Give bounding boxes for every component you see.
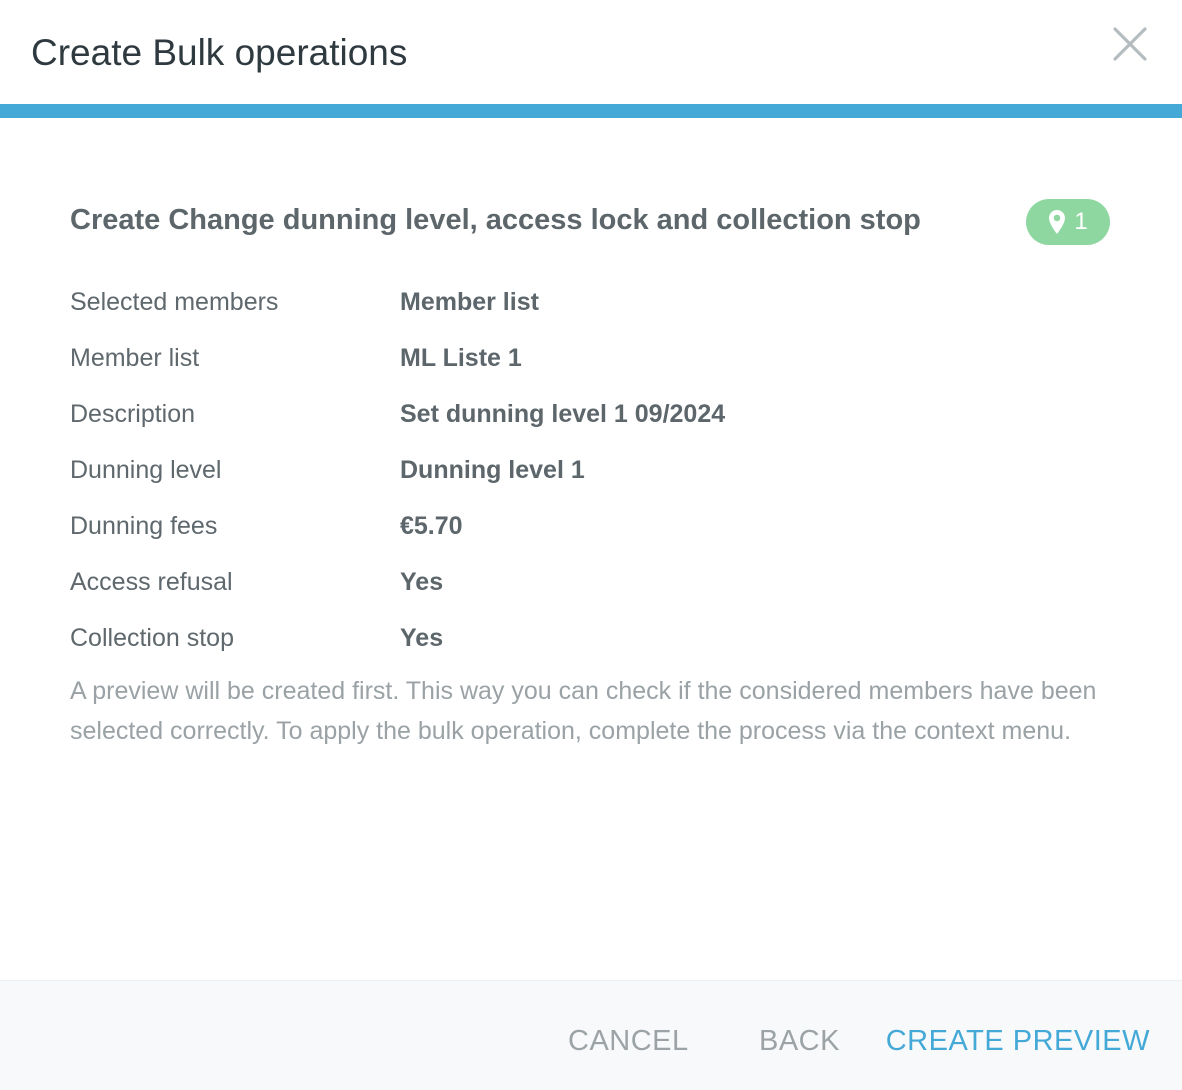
create-preview-button[interactable]: CREATE PREVIEW [886, 1021, 1150, 1061]
detail-value: Set dunning level 1 09/2024 [400, 400, 726, 428]
detail-label: Dunning level [70, 456, 222, 484]
detail-row-dunning-fees: Dunning fees €5.70 [70, 497, 1110, 553]
detail-value: €5.70 [400, 512, 463, 540]
detail-row-access-refusal: Access refusal Yes [70, 553, 1110, 609]
detail-label: Selected members [70, 288, 279, 316]
back-button[interactable]: BACK [759, 1021, 840, 1061]
selection-count-badge: 1 [1026, 199, 1110, 245]
bulk-operations-dialog: Create Bulk operations Create Change dun… [0, 0, 1182, 1090]
detail-row-member-list: Member list ML Liste 1 [70, 329, 1110, 385]
section-title: Create Change dunning level, access lock… [70, 204, 921, 236]
detail-label: Description [70, 400, 196, 428]
detail-label: Access refusal [70, 568, 233, 596]
dialog-header: Create Bulk operations [0, 0, 1182, 104]
detail-row-selected-members: Selected members Member list [70, 273, 1110, 329]
detail-value: Member list [400, 288, 539, 316]
detail-label: Member list [70, 344, 200, 372]
dialog-footer: CANCEL BACK CREATE PREVIEW [0, 980, 1182, 1090]
detail-label: Dunning fees [70, 512, 218, 540]
close-icon [1113, 27, 1147, 61]
cancel-button[interactable]: CANCEL [568, 1021, 689, 1061]
header-accent-bar [0, 104, 1182, 118]
detail-value: Yes [400, 624, 444, 652]
dialog-content: Create Change dunning level, access lock… [0, 118, 1182, 980]
map-marker-icon [1049, 210, 1066, 234]
detail-row-description: Description Set dunning level 1 09/2024 [70, 385, 1110, 441]
badge-count: 1 [1074, 208, 1088, 235]
detail-label: Collection stop [70, 624, 234, 652]
detail-row-dunning-level: Dunning level Dunning level 1 [70, 441, 1110, 497]
detail-value: Dunning level 1 [400, 456, 585, 484]
detail-value: ML Liste 1 [400, 344, 522, 372]
detail-row-collection-stop: Collection stop Yes [70, 609, 1110, 665]
preview-info-text: A preview will be created first. This wa… [70, 677, 1097, 745]
close-button[interactable] [1110, 24, 1150, 64]
dialog-title: Create Bulk operations [31, 32, 408, 73]
detail-value: Yes [400, 568, 444, 596]
